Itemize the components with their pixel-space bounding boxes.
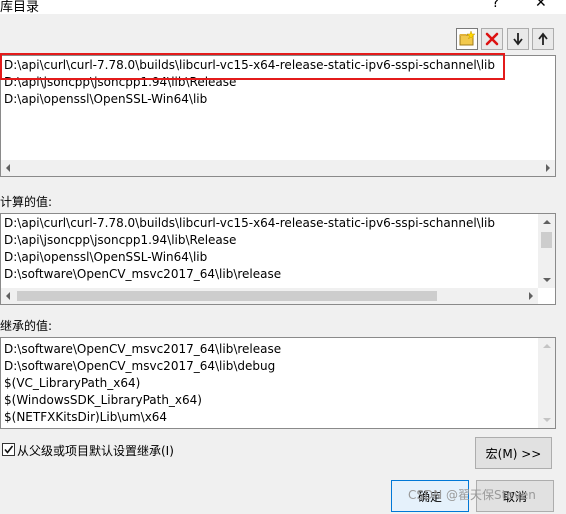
new-line-button[interactable] xyxy=(456,28,478,50)
help-button[interactable]: ? xyxy=(492,0,499,11)
list-item: $(WindowsSDK_LibraryPath_x64) xyxy=(4,393,202,407)
checkmark-icon xyxy=(4,445,14,454)
list-item: D:\software\OpenCV_msvc2017_64\lib\relea… xyxy=(4,342,282,356)
list-item: $(VC_LibraryPath_x64) xyxy=(4,376,141,390)
list-item: D:\api\openssl\OpenSSL-Win64\lib xyxy=(4,250,208,264)
window-title: 库目录 xyxy=(0,0,40,15)
move-down-button[interactable] xyxy=(507,28,529,50)
inherited-label: 继承的值: xyxy=(0,319,53,333)
scroll-down-icon[interactable] xyxy=(543,278,551,282)
scroll-left-icon[interactable] xyxy=(6,292,10,300)
inherit-checkbox-label[interactable]: 从父级或项目默认设置继承(I) xyxy=(17,442,174,459)
scroll-thumb[interactable] xyxy=(17,291,437,301)
delete-line-button[interactable] xyxy=(481,28,503,50)
move-down-icon xyxy=(513,33,523,46)
horizontal-scrollbar[interactable] xyxy=(1,288,538,304)
scroll-right-icon[interactable] xyxy=(529,292,533,300)
list-item: D:\api\jsoncpp\jsoncpp1.94\lib\Release xyxy=(4,233,237,247)
horizontal-scrollbar[interactable] xyxy=(1,160,555,176)
vertical-scrollbar[interactable] xyxy=(538,214,555,288)
computed-list: D:\api\curl\curl-7.78.0\builds\libcurl-v… xyxy=(0,213,556,305)
scroll-left-icon[interactable] xyxy=(6,164,10,172)
title-bar xyxy=(0,0,566,14)
list-item: $(NETFXKitsDir)Lib\um\x64 xyxy=(4,410,168,424)
inherit-checkbox[interactable] xyxy=(2,443,15,456)
computed-label: 计算的值: xyxy=(0,195,53,209)
macro-button[interactable]: 宏(M) >> xyxy=(475,437,552,469)
scroll-right-icon[interactable] xyxy=(546,164,550,172)
delete-line-icon xyxy=(485,32,499,46)
watermark: CSDN @翟天保Steven xyxy=(408,488,536,502)
new-line-icon xyxy=(459,31,475,46)
move-up-button[interactable] xyxy=(532,28,554,50)
scroll-down-icon[interactable] xyxy=(543,418,551,422)
vertical-scrollbar[interactable] xyxy=(538,338,555,428)
scroll-up-icon[interactable] xyxy=(543,344,551,348)
list-item: D:\software\OpenCV_msvc2017_64\lib\debug xyxy=(4,359,276,373)
list-item: D:\software\OpenCV_msvc2017_64\lib\relea… xyxy=(4,267,282,281)
list-item: D:\api\curl\curl-7.78.0\builds\libcurl-v… xyxy=(4,216,495,230)
close-button[interactable]: ✕ xyxy=(535,0,547,11)
scroll-thumb[interactable] xyxy=(541,232,552,248)
list-item[interactable]: D:\api\openssl\OpenSSL-Win64\lib xyxy=(4,91,207,108)
scroll-up-icon[interactable] xyxy=(543,220,551,224)
move-up-icon xyxy=(538,32,548,45)
selection-highlight xyxy=(0,53,505,80)
inherited-list: D:\software\OpenCV_msvc2017_64\lib\relea… xyxy=(0,337,556,429)
